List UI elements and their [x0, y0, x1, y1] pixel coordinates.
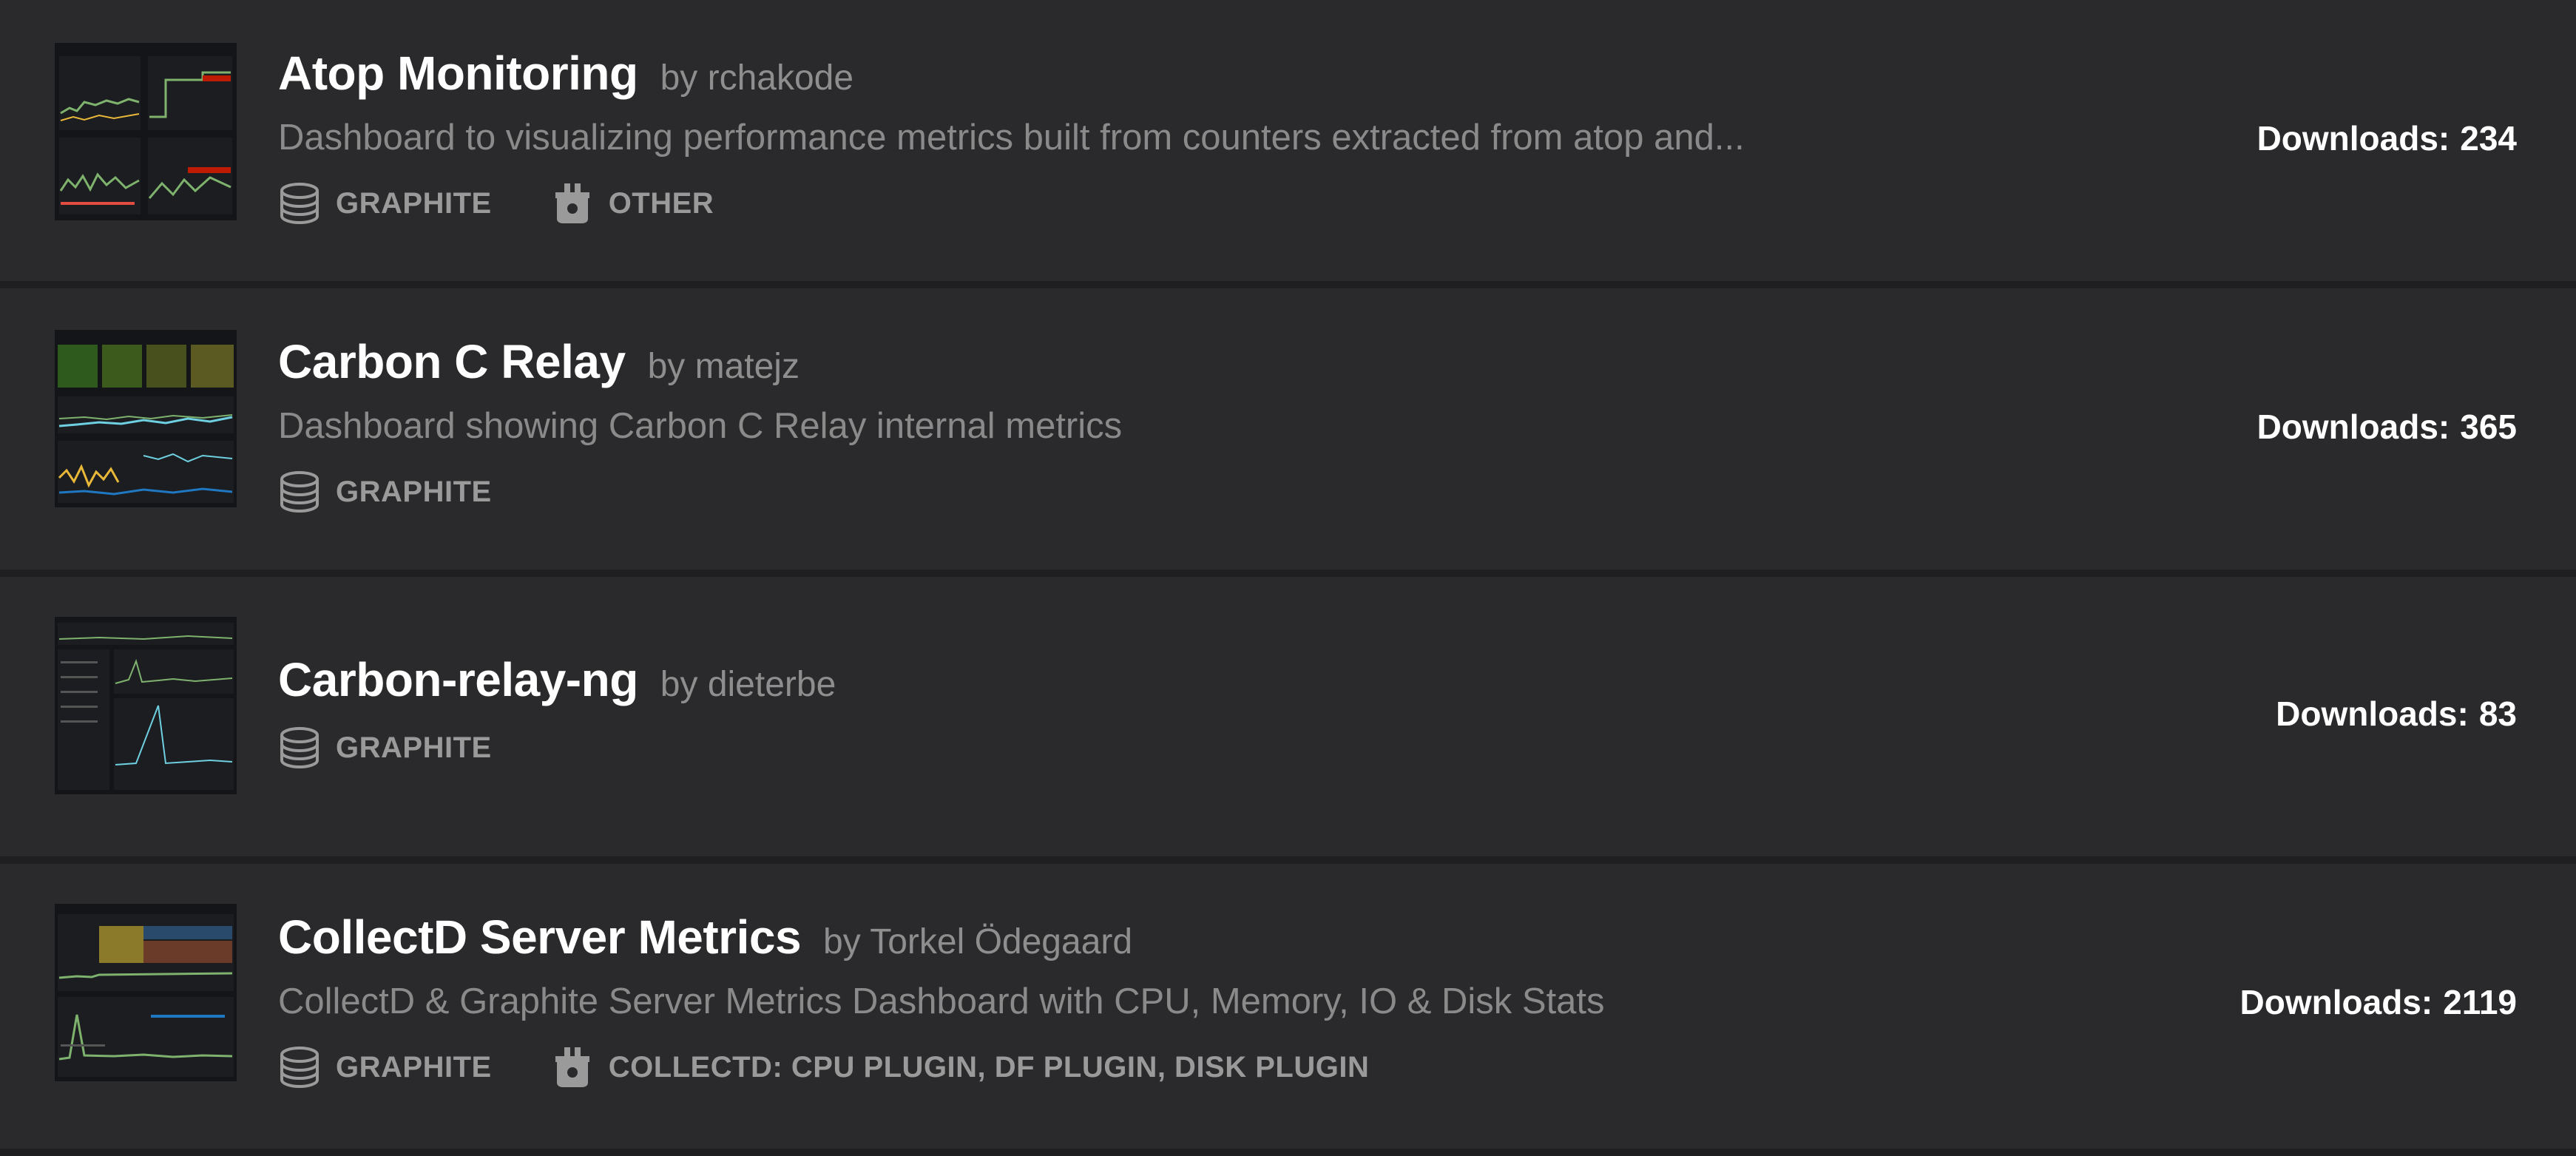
tag-graphite: GRAPHITE [278, 182, 492, 225]
tag-label: GRAPHITE [336, 186, 492, 220]
database-icon [280, 183, 319, 225]
downloads-value: 234 [2460, 119, 2517, 158]
dashboard-tags: GRAPHITE COLLECTD: CPU PLUGIN, DF PLUGIN… [278, 1046, 1428, 1089]
tag-graphite: GRAPHITE [278, 1046, 492, 1089]
dashboard-title[interactable]: CollectD Server Metrics [278, 910, 802, 964]
tag-label: GRAPHITE [336, 731, 492, 764]
dashboard-item-carbon-relay-ng[interactable]: Carbon-relay-ng by dieterbe GRAPHITE Down… [0, 577, 2576, 864]
downloads-value: 2119 [2443, 983, 2517, 1021]
tag-label: OTHER [608, 186, 714, 220]
dashboard-list: Atop Monitoring by rchakode Dashboard to … [0, 0, 2576, 1156]
tag-graphite: GRAPHITE [278, 470, 492, 513]
downloads-count: Downloads: 83 [2276, 694, 2517, 734]
downloads-label: Downloads: [2276, 694, 2469, 733]
dashboard-author: by dieterbe [660, 665, 836, 704]
dashboard-author: by Torkel Ödegaard [823, 922, 1133, 961]
tag-other: OTHER [551, 182, 714, 225]
dashboard-item-collectd-server-metrics[interactable]: CollectD Server Metrics by Torkel Ödegaar… [0, 864, 2576, 1156]
dashboard-description: CollectD & Graphite Server Metrics Dashb… [278, 981, 1605, 1021]
downloads-label: Downloads: [2256, 408, 2450, 446]
downloads-count: Downloads: 2119 [2240, 982, 2517, 1022]
plugin-icon [555, 1047, 589, 1087]
database-icon [280, 471, 319, 513]
dashboard-tags: GRAPHITE [278, 726, 551, 769]
dashboard-title[interactable]: Carbon C Relay [278, 335, 626, 388]
tag-collectd-plugins: COLLECTD: CPU PLUGIN, DF PLUGIN, DISK PL… [551, 1046, 1370, 1089]
downloads-count: Downloads: 234 [2257, 118, 2517, 158]
downloads-label: Downloads: [2256, 119, 2450, 158]
database-icon [280, 727, 319, 769]
dashboard-item-carbon-c-relay[interactable]: Carbon C Relay by matejz Dashboard showin… [0, 288, 2576, 577]
dashboard-item-atop-monitoring[interactable]: Atop Monitoring by rchakode Dashboard to … [0, 0, 2576, 288]
dashboard-thumbnail[interactable] [55, 904, 237, 1081]
database-icon [280, 1047, 319, 1089]
dashboard-description: Dashboard to visualizing performance met… [278, 118, 1745, 158]
dashboard-thumbnail[interactable] [55, 43, 237, 220]
dashboard-tags: GRAPHITE [278, 470, 551, 513]
dashboard-title[interactable]: Carbon-relay-ng [278, 653, 638, 706]
dashboard-tags: GRAPHITE OTHER [278, 182, 773, 225]
downloads-value: 365 [2460, 408, 2517, 446]
dashboard-author: by matejz [647, 347, 799, 386]
dashboard-thumbnail[interactable] [55, 617, 237, 794]
tag-label: GRAPHITE [336, 475, 492, 508]
plugin-icon [555, 183, 589, 223]
tag-graphite: GRAPHITE [278, 726, 492, 769]
dashboard-author: by rchakode [660, 58, 854, 98]
downloads-label: Downloads: [2239, 983, 2433, 1021]
tag-label: GRAPHITE [336, 1050, 492, 1084]
dashboard-thumbnail[interactable] [55, 330, 237, 507]
downloads-value: 83 [2478, 694, 2517, 733]
downloads-count: Downloads: 365 [2257, 407, 2517, 447]
tag-label: COLLECTD: CPU PLUGIN, DF PLUGIN, DISK PL… [608, 1050, 1370, 1084]
dashboard-description: Dashboard showing Carbon C Relay interna… [278, 406, 1123, 446]
dashboard-title[interactable]: Atop Monitoring [278, 47, 638, 100]
